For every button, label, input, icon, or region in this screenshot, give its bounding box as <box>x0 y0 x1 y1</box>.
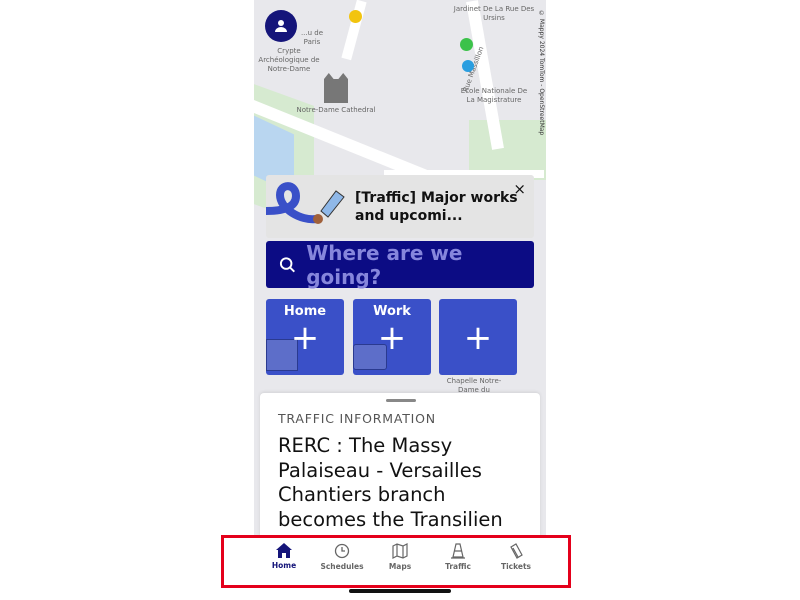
shortcut-home-button[interactable]: Home + <box>266 299 344 375</box>
traffic-info-card[interactable]: TRAFFIC INFORMATION RERC : The Massy Pal… <box>260 393 540 543</box>
close-icon[interactable]: × <box>513 180 526 198</box>
search-icon <box>279 256 295 272</box>
map-attribution: © Mappy 2024 TomTom - OpenStreetMap <box>538 10 545 136</box>
transit-marker-icon[interactable] <box>462 60 474 72</box>
map-label: Crypte Archéologique de Notre-Dame <box>258 47 320 73</box>
phone-screen: Jardinet De La Rue Des Ursins Crypte Arc… <box>254 0 546 600</box>
home-indicator[interactable] <box>349 589 451 593</box>
plus-icon: + <box>463 318 493 358</box>
taxi-marker-icon[interactable] <box>349 10 362 23</box>
plus-icon: + <box>377 318 407 358</box>
megaphone-illustration-icon <box>266 182 345 224</box>
nav-highlight-box <box>221 535 571 588</box>
user-icon <box>275 20 287 32</box>
profile-button[interactable] <box>265 10 297 42</box>
search-input[interactable]: Where are we going? <box>266 240 534 289</box>
card-headline[interactable]: RERC : The Massy Palaiseau - Versailles … <box>278 434 528 532</box>
card-heading: TRAFFIC INFORMATION <box>278 411 436 426</box>
shortcut-add-button[interactable]: + <box>439 299 517 375</box>
traffic-banner[interactable]: [Traffic] Major works and upcomi... × <box>266 175 534 238</box>
map-label: Jardinet De La Rue Des Ursins <box>453 5 535 22</box>
cathedral-icon <box>324 73 348 103</box>
plus-icon: + <box>290 318 320 358</box>
shortcut-label: Work <box>373 304 411 319</box>
search-placeholder: Where are we going? <box>306 240 463 289</box>
drag-handle[interactable] <box>386 399 416 402</box>
shortcut-work-button[interactable]: Work + <box>353 299 431 375</box>
bike-marker-icon[interactable] <box>460 38 473 51</box>
shortcut-label: Home <box>283 304 327 319</box>
map-label: Notre-Dame Cathedral <box>296 106 376 114</box>
map-label: ...u de Paris <box>300 29 324 46</box>
banner-text: [Traffic] Major works and upcomi... <box>355 190 518 224</box>
